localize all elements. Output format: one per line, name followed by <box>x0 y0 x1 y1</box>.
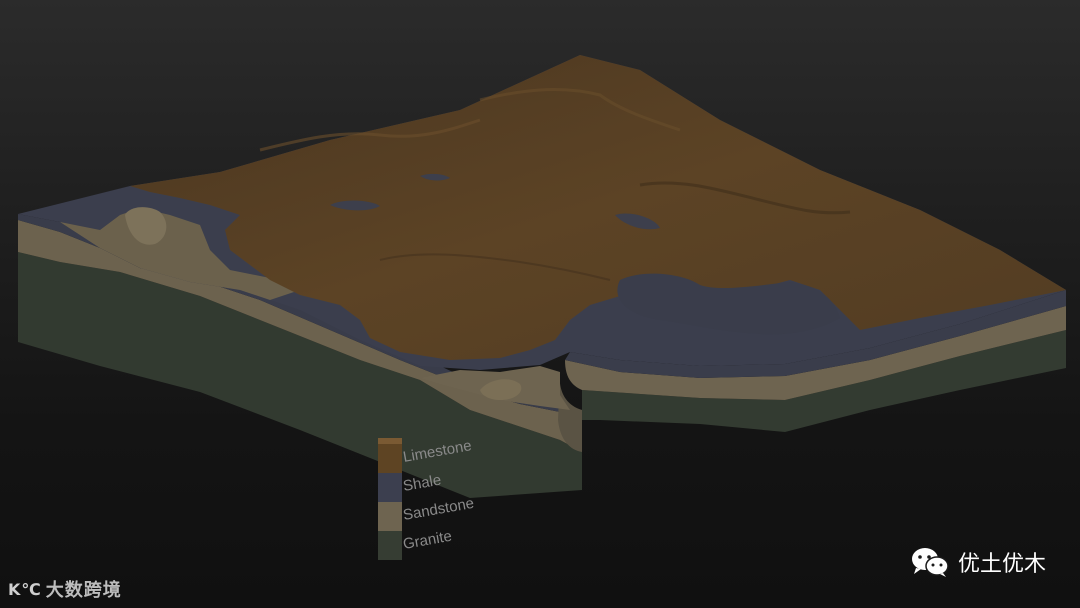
legend-column-top <box>378 438 402 444</box>
legend-label-sandstone: Sandstone <box>402 495 476 524</box>
watermark-right-text: 优土优木 <box>957 552 1046 577</box>
legend-label-shale: Shale <box>402 472 443 495</box>
terrain-block-diagram: LimestoneShaleSandstoneGranite <box>18 55 1066 560</box>
legend: LimestoneShaleSandstoneGranite <box>378 437 475 560</box>
watermark-right: 优土优木 <box>910 546 1046 578</box>
brand-logo-icon: K℃ <box>8 579 42 599</box>
legend-label-granite: Granite <box>402 528 453 553</box>
legend-swatch-shale <box>378 473 402 502</box>
legend-swatch-granite <box>378 531 402 560</box>
wechat-icon <box>911 548 949 577</box>
legend-swatch-limestone <box>378 444 402 473</box>
watermark-left-text: 大数跨境 <box>45 580 122 601</box>
legend-swatch-sandstone <box>378 502 402 531</box>
watermark-left: K℃ 大数跨境 <box>8 576 122 602</box>
geology-block-scene: Limestone Shale Sandstone Granite K℃ 大数跨境 优… <box>0 0 1080 608</box>
